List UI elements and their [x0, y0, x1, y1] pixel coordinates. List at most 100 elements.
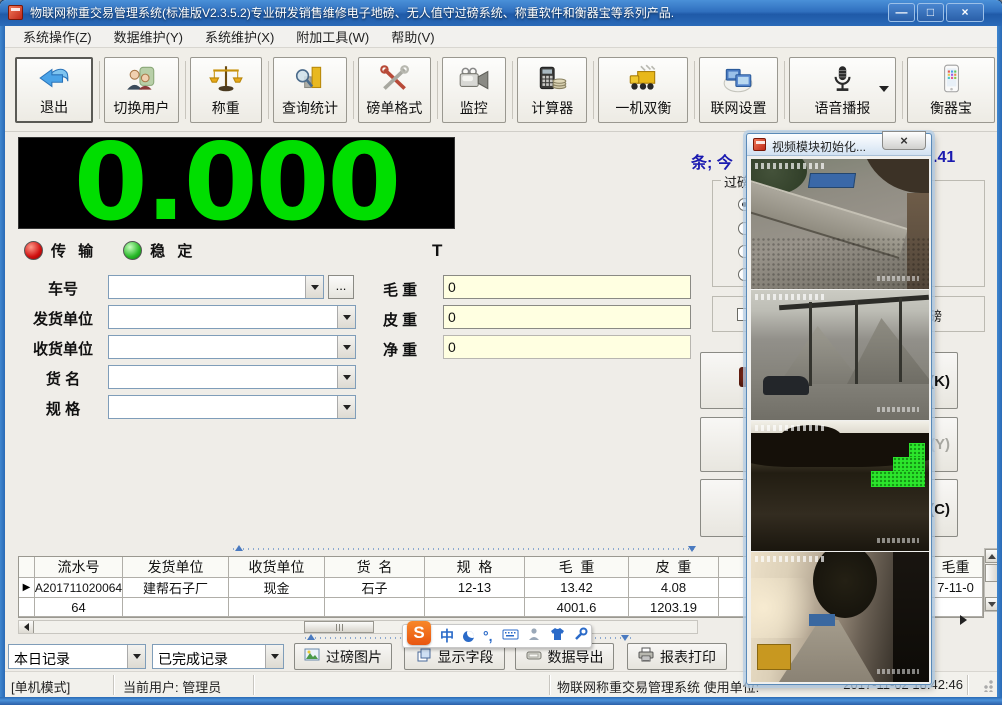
- wrench-icon[interactable]: [574, 627, 588, 646]
- cell-tare-total[interactable]: 1203.19: [629, 598, 719, 617]
- spec-combo[interactable]: [108, 395, 356, 419]
- menu-extra-tools[interactable]: 附加工具(W): [286, 25, 379, 48]
- cell-receiver[interactable]: 现金: [229, 578, 325, 598]
- weigh-photo-button[interactable]: 过磅图片: [294, 643, 392, 670]
- col-header-tare[interactable]: 皮 重: [629, 557, 719, 578]
- scroll-thumb[interactable]: [304, 621, 374, 633]
- menu-data-maintenance[interactable]: 数据维护(Y): [104, 25, 193, 48]
- receiver-combo[interactable]: [108, 335, 356, 359]
- maximize-button[interactable]: □: [917, 3, 944, 22]
- grid-top-scroll-strip[interactable]: [233, 545, 698, 553]
- shipper-value[interactable]: [109, 306, 337, 328]
- toolbar-button-exit[interactable]: 退出: [15, 57, 93, 123]
- col-header-gross[interactable]: 毛 重: [525, 557, 629, 578]
- video-module-window[interactable]: 视频模块初始化... ×: [746, 133, 932, 685]
- vehicle-no-dropdown[interactable]: [305, 276, 323, 298]
- goods-label: 货 名: [22, 368, 104, 389]
- ime-punctuation[interactable]: °,: [483, 628, 493, 644]
- scroll-left-button[interactable]: [19, 621, 34, 633]
- vehicle-no-more-button[interactable]: ...: [328, 275, 354, 299]
- goods-combo[interactable]: [108, 365, 356, 389]
- goods-value[interactable]: [109, 366, 337, 388]
- print-report-button[interactable]: 报表打印: [627, 643, 727, 670]
- cell-spec[interactable]: 12-13: [425, 578, 525, 598]
- cell-shipper[interactable]: [123, 598, 229, 617]
- product-status: 物联网称重交易管理系统 使用单位:: [557, 677, 759, 696]
- record-range-dropdown[interactable]: [127, 645, 145, 668]
- record-range-value[interactable]: 本日记录: [9, 645, 127, 668]
- toolbar-button-calculator[interactable]: 计算器: [517, 57, 587, 123]
- net-weight-label: 净 重: [383, 339, 441, 360]
- toolbar-button-dual-scale[interactable]: 一机双衡: [598, 57, 688, 123]
- vehicle-no-combo[interactable]: [108, 275, 324, 299]
- cell-shipper[interactable]: 建帮石子厂: [123, 578, 229, 598]
- moon-icon[interactable]: [463, 631, 474, 642]
- toolbar-button-switch-user[interactable]: 切换用户: [104, 57, 178, 123]
- gross-weight-field[interactable]: 0: [443, 275, 691, 299]
- spec-dropdown[interactable]: [337, 396, 355, 418]
- shipper-dropdown[interactable]: [337, 306, 355, 328]
- cell-partial-date[interactable]: 7-11-0: [929, 578, 983, 598]
- shipper-combo[interactable]: [108, 305, 356, 329]
- goods-dropdown[interactable]: [337, 366, 355, 388]
- chevron-down-icon[interactable]: [879, 86, 889, 92]
- cell-goods[interactable]: [325, 598, 425, 617]
- menu-system-maintenance[interactable]: 系统维护(X): [195, 25, 284, 48]
- receiver-value[interactable]: [109, 336, 337, 358]
- col-header-partial[interactable]: 毛重: [929, 557, 983, 578]
- spec-value[interactable]: [109, 396, 337, 418]
- cell-gross-total[interactable]: 4001.6: [525, 598, 629, 617]
- dark-buildings-shape: [893, 552, 929, 682]
- col-header-receiver[interactable]: 收货单位: [229, 557, 325, 578]
- toolbar-button-network-settings[interactable]: 联网设置: [699, 57, 777, 123]
- toolbar-button-voice-broadcast[interactable]: 语音播报: [789, 57, 897, 123]
- minimize-button[interactable]: —: [888, 3, 915, 22]
- cell-receiver[interactable]: [229, 598, 325, 617]
- transmission-label: 传 输: [51, 240, 97, 261]
- skin-shirt-icon[interactable]: [550, 627, 565, 646]
- col-header-spec[interactable]: 规 格: [425, 557, 525, 578]
- toolbar-button-monitor[interactable]: 监控: [442, 57, 507, 123]
- cell-gross[interactable]: 13.42: [525, 578, 629, 598]
- grid-nav-arrow-icon: [960, 615, 967, 625]
- resize-grip[interactable]: [981, 680, 993, 692]
- ime-mode-chinese[interactable]: 中: [440, 626, 454, 646]
- title-bar[interactable]: 物联网称重交易管理系统(标准版V2.3.5.2)专业研发销售维修电子地磅、无人值…: [0, 0, 1002, 26]
- cell-serial[interactable]: A201711020064: [35, 578, 123, 598]
- receiver-dropdown[interactable]: [337, 336, 355, 358]
- gravel-texture: [751, 237, 929, 289]
- network-settings-icon: [721, 60, 755, 98]
- toolbar-button-weigh[interactable]: 称重: [190, 57, 262, 123]
- video-window-close-button[interactable]: ×: [882, 131, 926, 150]
- record-range-combo[interactable]: 本日记录: [8, 644, 146, 669]
- record-status-combo[interactable]: 已完成记录: [152, 644, 284, 669]
- col-header-shipper[interactable]: 发货单位: [123, 557, 229, 578]
- record-status-dropdown[interactable]: [265, 645, 283, 668]
- status-divider: [967, 675, 968, 695]
- blue-truck-shape: [808, 173, 856, 188]
- menu-system-operation[interactable]: 系统操作(Z): [13, 25, 102, 48]
- toolbar-button-query-stats[interactable]: 查询统计: [273, 57, 347, 123]
- cell-goods[interactable]: 石子: [325, 578, 425, 598]
- camera-feed-weighbridge: [751, 159, 929, 289]
- weight-unit: T: [432, 241, 442, 261]
- user-icon[interactable]: [528, 627, 541, 646]
- keyboard-icon[interactable]: [502, 627, 519, 646]
- record-status-value[interactable]: 已完成记录: [153, 645, 265, 668]
- sogou-logo-icon[interactable]: S: [407, 621, 431, 645]
- menu-help[interactable]: 帮助(V): [381, 25, 444, 48]
- toolbar-button-ticket-format[interactable]: 磅单格式: [358, 57, 430, 123]
- cell-spec[interactable]: [425, 598, 525, 617]
- col-header-goods[interactable]: 货 名: [325, 557, 425, 578]
- cell-tare[interactable]: 4.08: [629, 578, 719, 598]
- toolbar-separator: [185, 61, 186, 119]
- col-header-serial[interactable]: 流水号: [35, 557, 123, 578]
- toolbar-button-hengqibao[interactable]: 衡器宝: [907, 57, 995, 123]
- tare-weight-field[interactable]: 0: [443, 305, 691, 329]
- vehicle-no-value[interactable]: [109, 276, 305, 298]
- close-button[interactable]: ×: [946, 3, 984, 22]
- gross-weight-label: 毛 重: [383, 279, 441, 300]
- ime-toolbar[interactable]: S 中 °,: [402, 624, 592, 648]
- cell-serial[interactable]: 64: [35, 598, 123, 617]
- grid-horizontal-scrollbar[interactable]: [18, 620, 698, 634]
